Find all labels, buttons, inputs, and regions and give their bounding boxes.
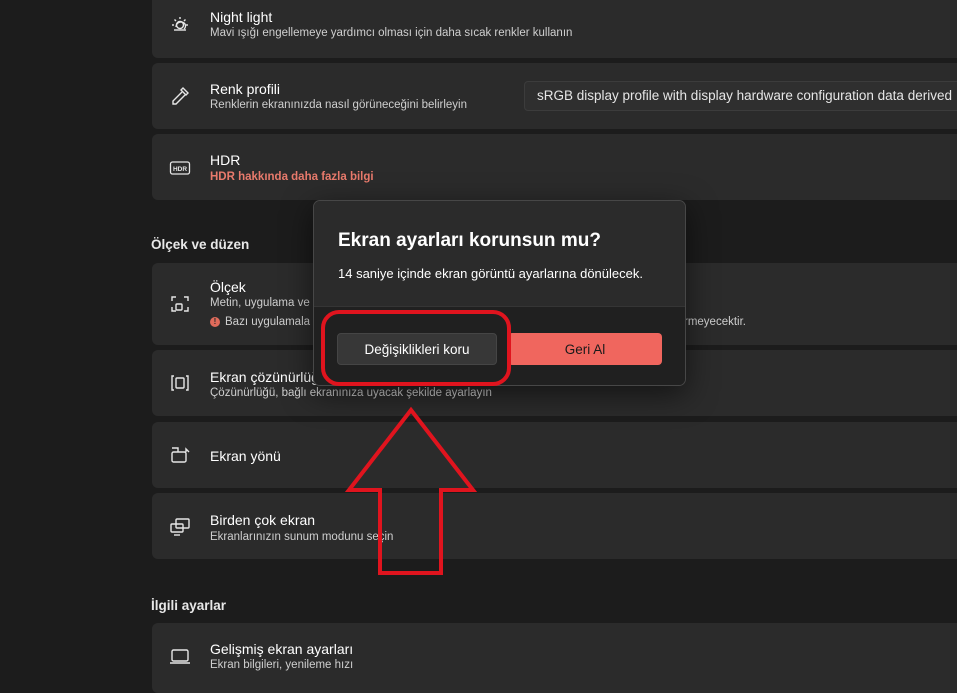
scale-layout-heading: Ölçek ve düzen (151, 237, 250, 252)
scale-warning-text: Bazı uygulamala (225, 316, 311, 328)
color-profile-description: Renklerin ekranınızda nasıl görüneceğini… (210, 99, 467, 111)
advanced-display-description: Ekran bilgileri, yenileme hızı (210, 659, 354, 671)
display-orientation-title: Ekran yönü (210, 448, 281, 464)
scale-warning-continued: rmeyecektir. (684, 316, 746, 328)
multiple-displays-title: Birden çok ekran (210, 512, 316, 528)
hdr-title: HDR (210, 152, 241, 168)
orientation-icon (168, 443, 192, 467)
keep-changes-button[interactable]: Değişiklikleri koru (337, 333, 497, 365)
dialog-title: Ekran ayarları korunsun mu? (338, 230, 601, 251)
multi-display-icon (168, 515, 192, 539)
hdr-card[interactable]: HDR HDR HDR hakkında daha fazla bilgi (152, 134, 957, 200)
multiple-displays-card[interactable]: Birden çok ekran Ekranlarınızın sunum mo… (152, 493, 957, 559)
color-profile-card: Renk profili Renklerin ekranınızda nasıl… (152, 63, 957, 129)
display-orientation-card[interactable]: Ekran yönü (152, 422, 957, 488)
dialog-countdown-message: 14 saniye içinde ekran görüntü ayarların… (338, 266, 643, 281)
scale-description: Metin, uygulama ve (210, 297, 310, 309)
scale-title: Ölçek (210, 279, 246, 295)
hdr-learn-more-link[interactable]: HDR hakkında daha fazla bilgi (210, 171, 374, 183)
multiple-displays-description: Ekranlarınızın sunum modunu seçin (210, 531, 394, 543)
dialog-footer: Değişiklikleri koru Geri Al (314, 306, 685, 385)
navigation-sidebar (0, 0, 136, 688)
scale-icon (168, 292, 192, 316)
keep-display-settings-dialog: Ekran ayarları korunsun mu? 14 saniye iç… (313, 200, 686, 386)
night-light-card[interactable]: Night light Mavi ışığı engellemeye yardı… (152, 0, 957, 58)
resolution-icon (168, 371, 192, 395)
monitor-icon (168, 644, 192, 668)
color-profile-title: Renk profili (210, 81, 281, 97)
color-profile-dropdown[interactable]: sRGB display profile with display hardwa… (524, 81, 957, 111)
advanced-display-title: Gelişmiş ekran ayarları (210, 641, 354, 657)
related-settings-heading: İlgili ayarlar (151, 598, 227, 613)
svg-text:HDR: HDR (173, 166, 187, 173)
advanced-display-card[interactable]: Gelişmiş ekran ayarları Ekran bilgileri,… (152, 623, 957, 693)
display-resolution-title: Ekran çözünürlüğ (210, 369, 319, 385)
warning-icon: ! (210, 316, 220, 327)
night-light-title: Night light (210, 9, 273, 25)
display-resolution-description: Çözünürlüğü, bağlı ekranınıza uyacak şek… (210, 387, 492, 399)
sun-icon (168, 12, 192, 36)
hdr-icon: HDR (168, 156, 192, 180)
dialog-body: Ekran ayarları korunsun mu? 14 saniye iç… (314, 201, 685, 306)
night-light-description: Mavi ışığı engellemeye yardımcı olması i… (210, 27, 573, 39)
eyedropper-icon (168, 84, 192, 108)
revert-button[interactable]: Geri Al (508, 333, 662, 365)
scale-warning: ! Bazı uygulamala (210, 316, 310, 328)
